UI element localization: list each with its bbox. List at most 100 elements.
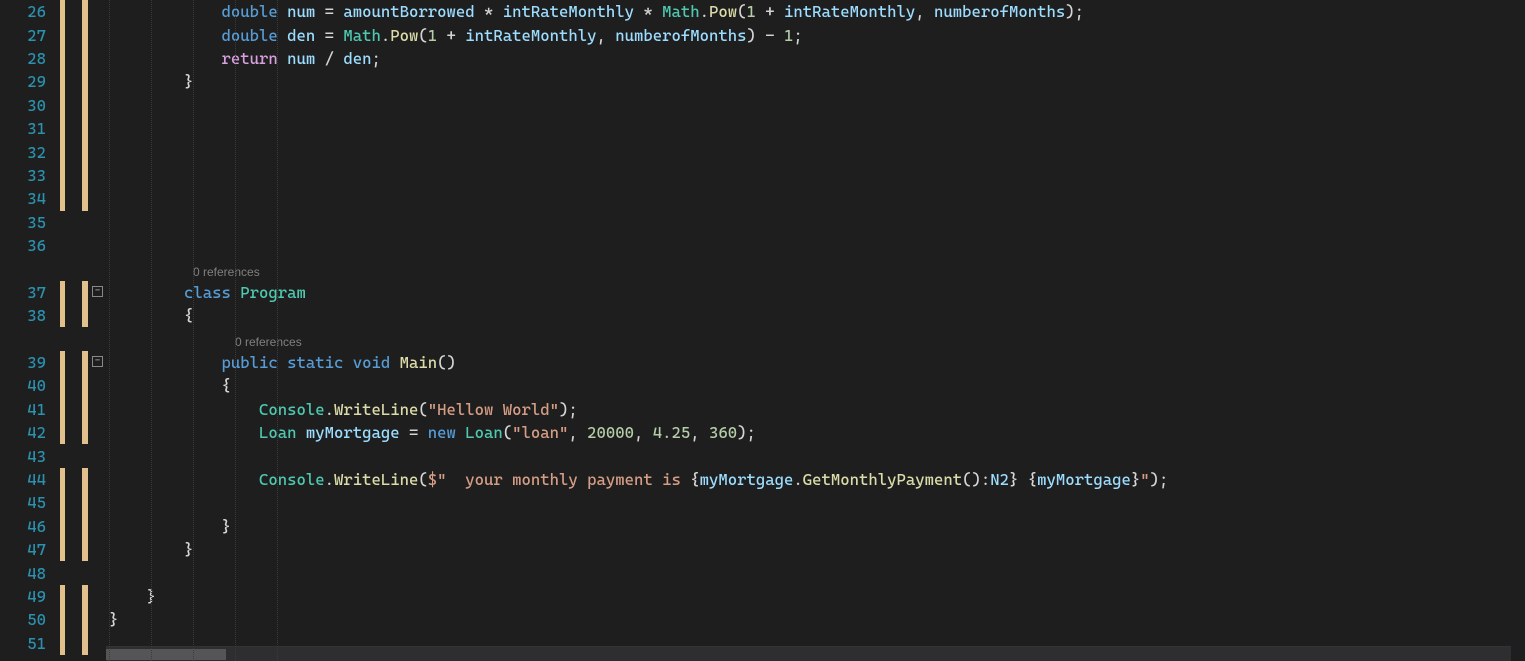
modification-indicator [82, 468, 88, 491]
line-number: 39 [0, 353, 60, 372]
code-line[interactable]: 32 [0, 140, 1525, 163]
line-number: 48 [0, 564, 60, 583]
gutter [60, 632, 106, 655]
code-text[interactable]: class Program [106, 283, 306, 302]
modification-indicator [60, 538, 65, 561]
code-editor[interactable]: 26 double num = amountBorrowed * intRate… [0, 0, 1525, 661]
code-line[interactable]: 47 } [0, 538, 1525, 561]
code-line[interactable]: 35 [0, 211, 1525, 234]
code-text[interactable]: } [106, 587, 156, 606]
gutter [60, 94, 106, 117]
gutter: − [60, 281, 106, 304]
line-number: 31 [0, 119, 60, 138]
modification-indicator [82, 608, 88, 631]
codelens-annotation[interactable]: 0 references [0, 257, 1525, 280]
line-number: 34 [0, 189, 60, 208]
gutter [60, 538, 106, 561]
gutter [60, 561, 106, 584]
code-text[interactable]: double num = amountBorrowed * intRateMon… [106, 2, 1084, 21]
code-text[interactable]: } [106, 610, 118, 629]
code-text[interactable]: } [106, 72, 193, 91]
code-line[interactable]: 48 [0, 561, 1525, 584]
modification-indicator [82, 47, 88, 70]
scrollbar-thumb[interactable] [106, 649, 226, 660]
code-line[interactable]: 28 return num / den; [0, 47, 1525, 70]
modification-indicator [60, 94, 65, 117]
gutter: − [60, 351, 106, 374]
modification-indicator [60, 23, 65, 46]
code-line[interactable]: 26 double num = amountBorrowed * intRate… [0, 0, 1525, 23]
modification-indicator [82, 304, 88, 327]
code-line[interactable]: 45 [0, 491, 1525, 514]
code-line[interactable]: 38 { [0, 304, 1525, 327]
code-line[interactable]: 27 double den = Math.Pow(1 + intRateMont… [0, 23, 1525, 46]
line-number: 42 [0, 423, 60, 442]
modification-indicator [82, 491, 88, 514]
code-text[interactable]: double den = Math.Pow(1 + intRateMonthly… [106, 26, 803, 45]
modification-indicator [60, 351, 65, 374]
modification-indicator [60, 515, 65, 538]
code-text[interactable]: } [106, 540, 193, 559]
line-number: 38 [0, 306, 60, 325]
codelens-annotation[interactable]: 0 references [0, 327, 1525, 350]
code-line[interactable]: 34 [0, 187, 1525, 210]
code-text[interactable]: public static void Main() [106, 353, 456, 372]
fold-toggle[interactable]: − [92, 356, 103, 367]
code-text[interactable]: Console.WriteLine($" your monthly paymen… [106, 470, 1168, 489]
modification-indicator [60, 374, 65, 397]
code-text[interactable]: Console.WriteLine("Hellow World"); [106, 400, 578, 419]
gutter [60, 608, 106, 631]
modification-indicator [60, 47, 65, 70]
line-number: 30 [0, 96, 60, 115]
gutter [60, 585, 106, 608]
line-number: 32 [0, 143, 60, 162]
modification-indicator [60, 608, 65, 631]
line-number: 40 [0, 376, 60, 395]
code-line[interactable]: 43 [0, 444, 1525, 467]
code-line[interactable]: 30 [0, 94, 1525, 117]
line-number: 50 [0, 610, 60, 629]
gutter [60, 23, 106, 46]
line-number: 49 [0, 587, 60, 606]
gutter [60, 444, 106, 467]
modification-indicator [60, 281, 65, 304]
fold-toggle[interactable]: − [92, 286, 103, 297]
code-line[interactable]: 49 } [0, 585, 1525, 608]
code-line[interactable]: 37− class Program [0, 281, 1525, 304]
line-number: 46 [0, 517, 60, 536]
gutter [60, 70, 106, 93]
code-line[interactable]: 46 } [0, 515, 1525, 538]
modification-indicator [60, 398, 65, 421]
gutter [60, 234, 106, 257]
code-line[interactable]: 40 { [0, 374, 1525, 397]
code-line[interactable]: 44 Console.WriteLine($" your monthly pay… [0, 468, 1525, 491]
code-text[interactable]: Loan myMortgage = new Loan("loan", 20000… [106, 423, 756, 442]
code-text[interactable]: { [106, 306, 193, 325]
code-text[interactable]: { [106, 376, 231, 395]
modification-indicator [60, 140, 65, 163]
code-line[interactable]: 33 [0, 164, 1525, 187]
gutter [60, 304, 106, 327]
code-text[interactable]: return num / den; [106, 49, 381, 68]
modification-indicator [82, 585, 88, 608]
modification-indicator [82, 281, 88, 304]
gutter [60, 491, 106, 514]
line-number: 26 [0, 2, 60, 21]
code-line[interactable]: 42 Loan myMortgage = new Loan("loan", 20… [0, 421, 1525, 444]
code-line[interactable]: 41 Console.WriteLine("Hellow World"); [0, 398, 1525, 421]
code-text[interactable]: } [106, 517, 231, 536]
code-line[interactable]: 50} [0, 608, 1525, 631]
gutter [60, 140, 106, 163]
line-number: 35 [0, 213, 60, 232]
gutter [60, 0, 106, 23]
modification-indicator [82, 0, 88, 23]
modification-indicator [82, 515, 88, 538]
line-number: 41 [0, 400, 60, 419]
code-line[interactable]: 31 [0, 117, 1525, 140]
code-line[interactable]: 29 } [0, 70, 1525, 93]
gutter [60, 374, 106, 397]
line-number: 29 [0, 72, 60, 91]
horizontal-scrollbar[interactable] [106, 646, 1511, 661]
code-line[interactable]: 39 − public static void Main() [0, 351, 1525, 374]
code-line[interactable]: 36 [0, 234, 1525, 257]
